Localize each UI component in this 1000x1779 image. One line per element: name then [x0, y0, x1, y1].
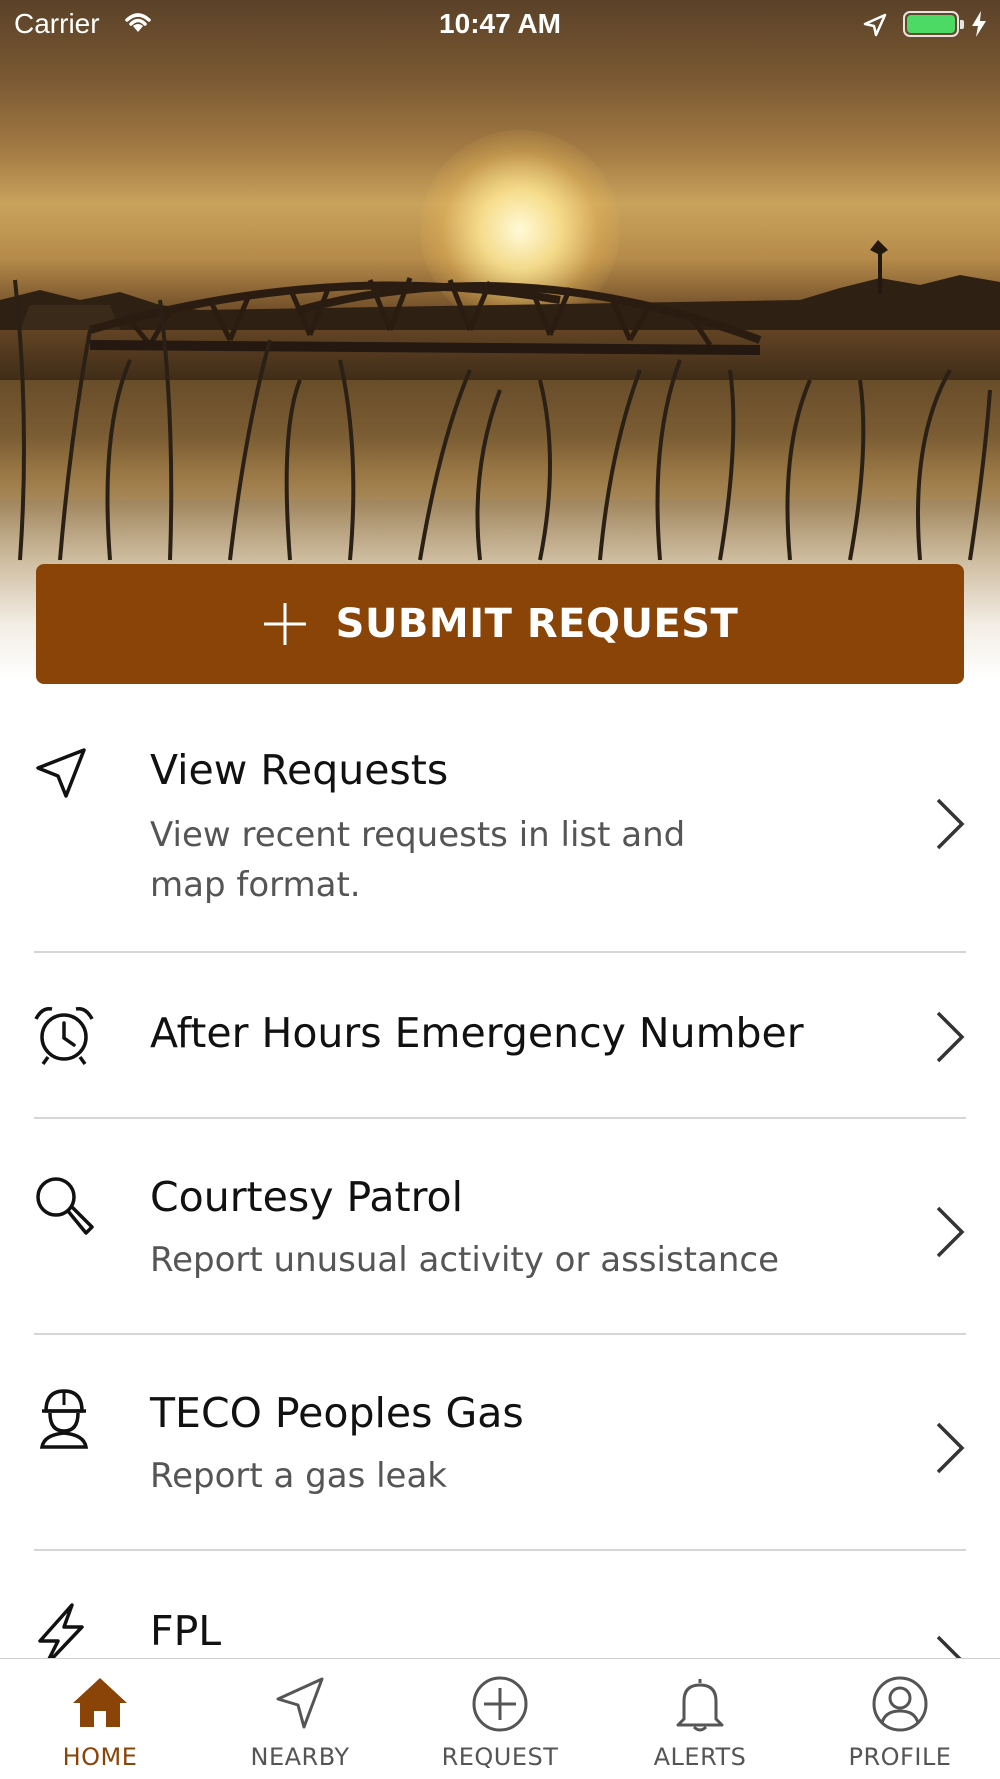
user-circle-icon	[800, 1675, 1000, 1733]
plus-circle-icon	[400, 1675, 600, 1733]
chevron-right-icon	[932, 1009, 968, 1069]
tab-nearby[interactable]: NEARBY	[200, 1659, 400, 1779]
tab-request[interactable]: REQUEST	[400, 1659, 600, 1779]
chevron-right-icon	[932, 1204, 968, 1264]
alarm-clock-icon	[32, 1003, 96, 1071]
tab-label: PROFILE	[848, 1743, 952, 1771]
tab-alerts[interactable]: ALERTS	[600, 1659, 800, 1779]
plus-icon	[262, 601, 308, 647]
tab-label: REQUEST	[441, 1743, 559, 1771]
menu-item-subtitle: Report a gas leak	[150, 1456, 447, 1496]
home-icon	[0, 1675, 200, 1731]
navigation-arrow-icon	[200, 1675, 400, 1731]
battery-fill	[907, 15, 955, 33]
menu-item-fpl[interactable]: FPL	[0, 1551, 1000, 1658]
chevron-right-icon	[932, 1633, 968, 1658]
battery-icon	[903, 11, 964, 37]
menu-item-after-hours-emergency[interactable]: After Hours Emergency Number	[0, 953, 1000, 1118]
navigation-arrow-icon	[32, 746, 88, 806]
chevron-right-icon	[932, 1420, 968, 1480]
menu-item-subtitle: Report unusual activity or assistance	[150, 1240, 779, 1280]
menu-item-subtitle: View recent requests in list and map for…	[150, 815, 686, 905]
bell-icon	[600, 1675, 800, 1733]
charging-bolt-icon	[970, 10, 988, 42]
tab-bar: HOME NEARBY REQUEST ALERTS PROFILE	[0, 1658, 1000, 1779]
status-bar: Carrier 10:47 AM	[0, 0, 1000, 50]
magnifier-icon	[32, 1173, 96, 1241]
tab-label: ALERTS	[653, 1743, 747, 1771]
menu-item-title: FPL	[150, 1607, 222, 1655]
hardhat-worker-icon	[32, 1385, 96, 1453]
lightning-bolt-icon	[32, 1603, 88, 1658]
submit-request-button[interactable]: SUBMIT REQUEST	[36, 564, 964, 684]
tab-profile[interactable]: PROFILE	[800, 1659, 1000, 1779]
menu-item-title: TECO Peoples Gas	[150, 1389, 524, 1437]
chevron-right-icon	[932, 796, 968, 856]
tab-home[interactable]: HOME	[0, 1659, 200, 1779]
menu-item-courtesy-patrol[interactable]: Courtesy Patrol Report unusual activity …	[0, 1119, 1000, 1334]
location-services-icon	[862, 12, 888, 42]
clock: 10:47 AM	[439, 8, 561, 39]
menu-item-title: After Hours Emergency Number	[150, 1009, 804, 1057]
menu-item-view-requests[interactable]: View Requests View recent requests in li…	[0, 700, 1000, 952]
submit-request-label: SUBMIT REQUEST	[335, 601, 739, 647]
tab-label: NEARBY	[250, 1743, 350, 1771]
menu-item-title: View Requests	[150, 746, 449, 794]
menu-item-teco-peoples-gas[interactable]: TECO Peoples Gas Report a gas leak	[0, 1335, 1000, 1550]
tab-label: HOME	[62, 1743, 138, 1771]
menu-item-title: Courtesy Patrol	[150, 1173, 464, 1221]
